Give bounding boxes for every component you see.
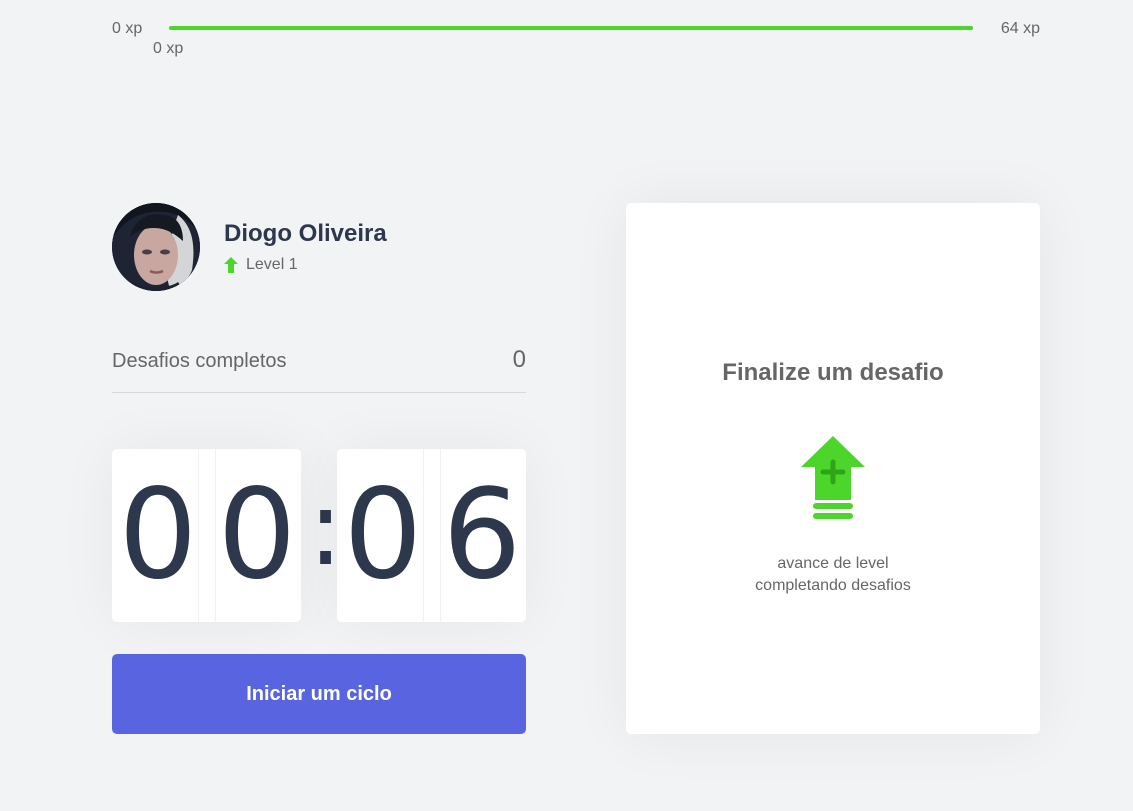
minute-left-digit: 0 xyxy=(118,463,198,607)
start-cycle-button[interactable]: Iniciar um ciclo xyxy=(112,654,526,734)
level-up-large-icon xyxy=(801,436,865,519)
avatar xyxy=(112,203,200,291)
level-label: Level 1 xyxy=(246,256,298,273)
minutes-card: 0 0 xyxy=(112,449,301,622)
challenge-description-line-1: avance de level xyxy=(777,555,889,572)
seconds-card: 0 6 xyxy=(337,449,526,622)
completed-challenges-label: Desafios completos xyxy=(112,350,287,372)
second-right-digit: 6 xyxy=(442,463,522,607)
completed-challenges: Desafios completos 0 xyxy=(112,340,526,393)
level-indicator: Level 1 xyxy=(224,256,298,274)
time-separator: : xyxy=(308,467,344,589)
challenge-box: Finalize um desafio avance de level comp… xyxy=(626,203,1040,734)
xp-track xyxy=(169,26,973,30)
xp-current-label: 0 xp xyxy=(153,40,184,57)
xp-fill xyxy=(169,26,973,30)
challenge-description-line-2: completando desafios xyxy=(755,577,911,594)
xp-min-label: 0 xp xyxy=(112,20,143,37)
xp-max-label: 64 xp xyxy=(1000,20,1040,37)
challenge-title: Finalize um desafio xyxy=(722,359,944,386)
challenge-description: avance de level completando desafios xyxy=(626,553,1040,597)
countdown-timer: 0 0 : 0 6 xyxy=(112,449,526,622)
second-left-digit: 0 xyxy=(343,463,423,607)
level-up-arrow-icon xyxy=(224,257,238,273)
minute-right-digit: 0 xyxy=(217,463,297,607)
avatar-icon xyxy=(112,203,200,291)
experience-bar: 0 xp 0 xp 64 xp xyxy=(112,18,1040,57)
profile: Diogo Oliveira Level 1 xyxy=(112,203,526,291)
completed-challenges-count: 0 xyxy=(512,346,526,373)
profile-name: Diogo Oliveira xyxy=(224,220,387,247)
